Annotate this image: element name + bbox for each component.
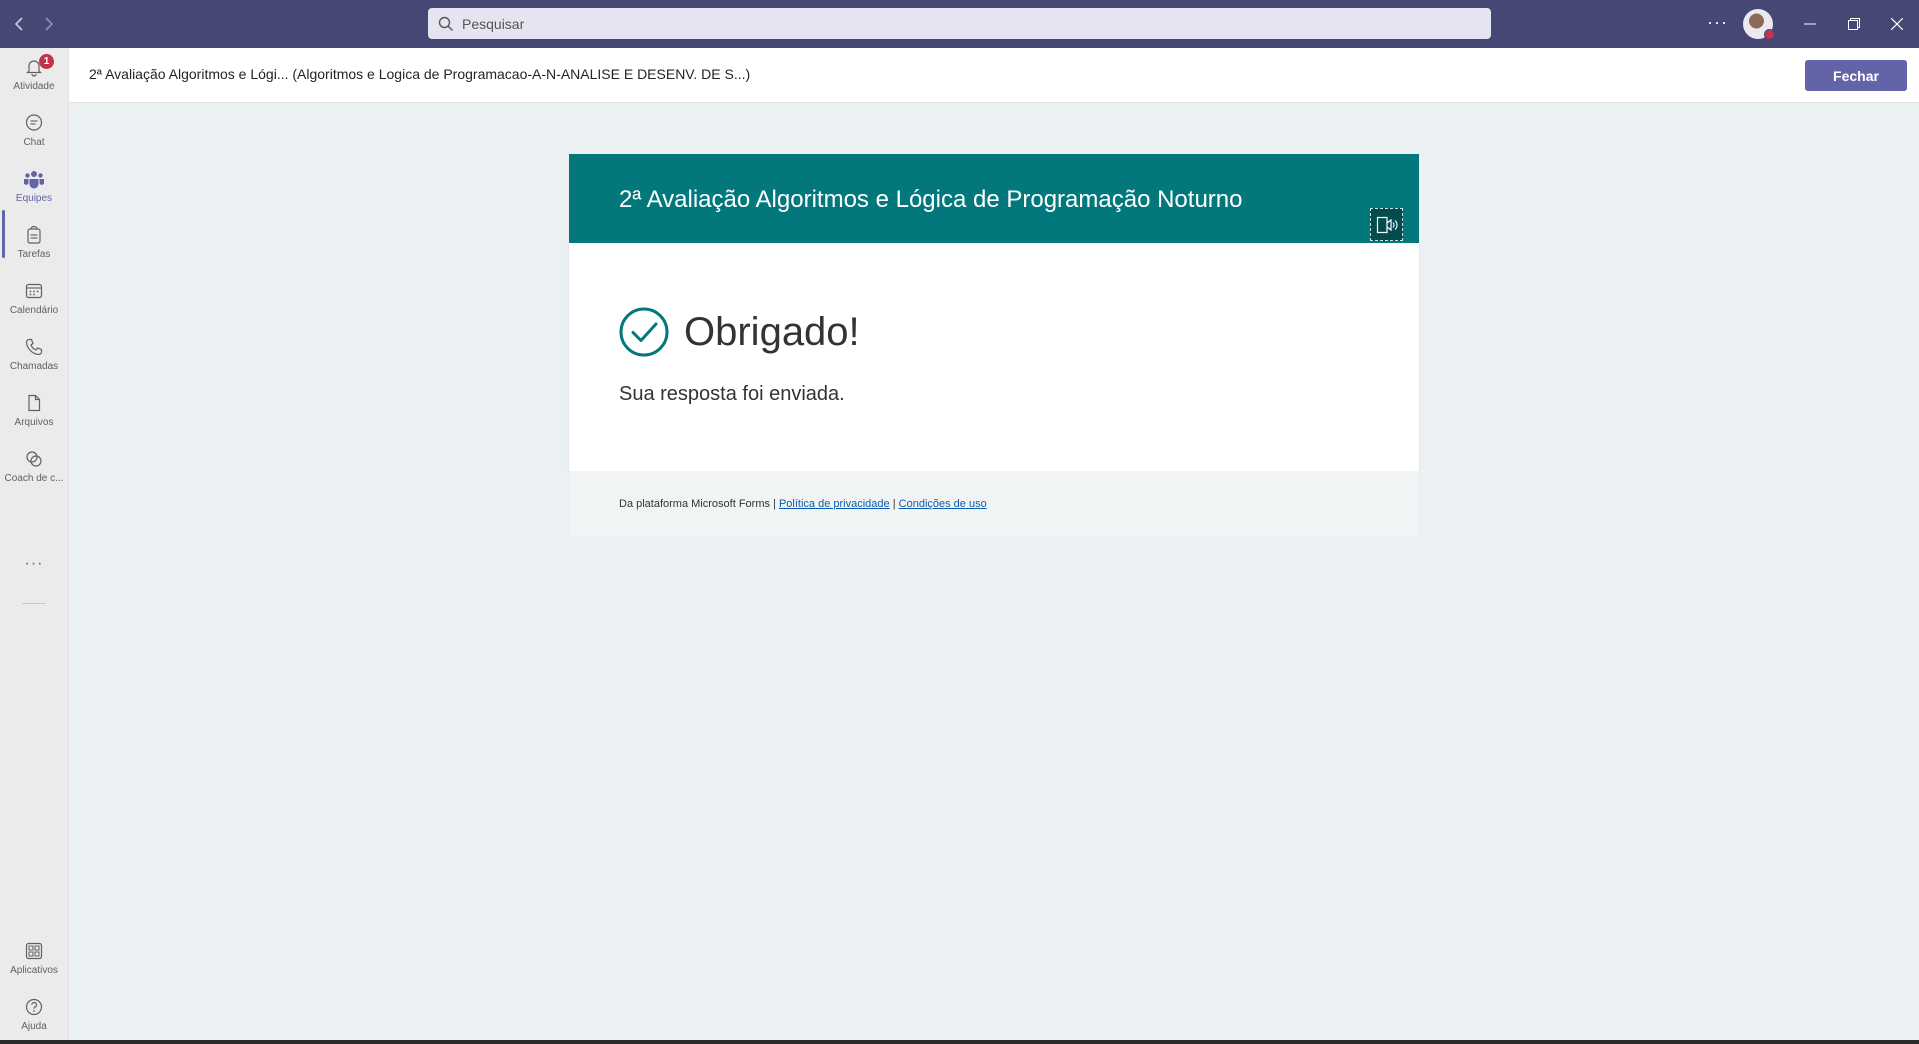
content-header: 2ª Avaliação Algoritmos e Lógi... (Algor… — [69, 48, 1919, 103]
search-icon — [438, 16, 453, 31]
rail-item-help[interactable]: Ajuda — [0, 990, 68, 1044]
close-window-icon[interactable] — [1882, 10, 1912, 38]
thanks-heading: Obrigado! — [684, 310, 860, 354]
privacy-link[interactable]: Política de privacidade — [779, 498, 890, 510]
rail-item-label: Equipes — [15, 193, 53, 204]
rail-item-teams[interactable]: Equipes — [0, 162, 68, 216]
phone-icon — [25, 338, 43, 356]
rail-item-tasks[interactable]: Tarefas — [0, 218, 68, 272]
notification-badge: 1 — [39, 54, 54, 69]
terms-link[interactable]: Condições de uso — [899, 498, 987, 510]
form-footer: Da plataforma Microsoft Forms | Política… — [569, 471, 1419, 537]
rail-item-chat[interactable]: Chat — [0, 106, 68, 160]
apps-icon — [25, 942, 43, 960]
rail-item-label: Ajuda — [21, 1021, 47, 1032]
presence-status-icon — [1764, 29, 1775, 40]
footer-separator: | — [773, 498, 776, 510]
rail-item-label: Chamadas — [9, 361, 59, 372]
title-bar: ··· — [0, 0, 1919, 48]
rail-item-label: Aplicativos — [10, 965, 58, 976]
rail-item-label: Chat — [23, 137, 45, 148]
rail-item-apps[interactable]: Aplicativos — [0, 934, 68, 988]
restore-icon[interactable] — [1839, 10, 1869, 38]
help-icon — [25, 998, 43, 1016]
chat-icon — [25, 114, 43, 131]
rail-item-label: Atividade — [13, 81, 55, 92]
page-title: 2ª Avaliação Algoritmos e Lógi... (Algor… — [89, 66, 751, 82]
rail-item-label: Coach de c... — [4, 473, 64, 484]
more-apps-icon[interactable]: ··· — [0, 555, 68, 573]
rail-item-label: Arquivos — [14, 417, 54, 428]
file-icon — [28, 394, 41, 412]
rail-item-label: Tarefas — [17, 249, 51, 260]
calendar-icon — [25, 283, 43, 299]
more-options-icon[interactable]: ··· — [1707, 12, 1728, 33]
back-arrow-icon[interactable] — [8, 12, 32, 36]
immersive-reader-icon — [1376, 216, 1397, 233]
confirmation-panel: Obrigado! Sua resposta foi enviada. — [569, 243, 1419, 471]
minimize-icon[interactable] — [1795, 10, 1825, 38]
app-bar: Atividade 1 Chat Equipes Tarefas Calendá… — [0, 48, 69, 1040]
search-box[interactable] — [428, 8, 1491, 39]
forward-arrow-icon[interactable] — [36, 12, 60, 36]
rail-item-calendar[interactable]: Calendário — [0, 274, 68, 328]
form-header: 2ª Avaliação Algoritmos e Lógica de Prog… — [569, 154, 1419, 243]
rail-item-files[interactable]: Arquivos — [0, 386, 68, 440]
search-input[interactable] — [460, 14, 1464, 33]
rail-item-calls[interactable]: Chamadas — [0, 330, 68, 384]
coach-icon — [26, 451, 42, 467]
footer-prefix: Da plataforma Microsoft Forms — [619, 498, 770, 510]
rail-item-label: Calendário — [9, 305, 59, 316]
submitted-message: Sua resposta foi enviada. — [619, 383, 845, 405]
rail-item-coach[interactable]: Coach de c... — [0, 442, 68, 496]
teams-icon — [24, 171, 44, 189]
rail-item-activity[interactable]: Atividade 1 — [0, 50, 68, 104]
check-circle-icon — [619, 307, 669, 357]
form-title: 2ª Avaliação Algoritmos e Lógica de Prog… — [619, 186, 1243, 213]
immersive-reader-button[interactable] — [1370, 208, 1403, 241]
close-button[interactable]: Fechar — [1805, 60, 1907, 91]
rail-divider — [22, 603, 46, 604]
footer-text: Da plataforma Microsoft Forms | Política… — [619, 498, 987, 510]
taskbar-strip — [0, 1040, 1919, 1044]
tasks-icon — [27, 225, 41, 244]
footer-separator: | — [892, 498, 896, 510]
